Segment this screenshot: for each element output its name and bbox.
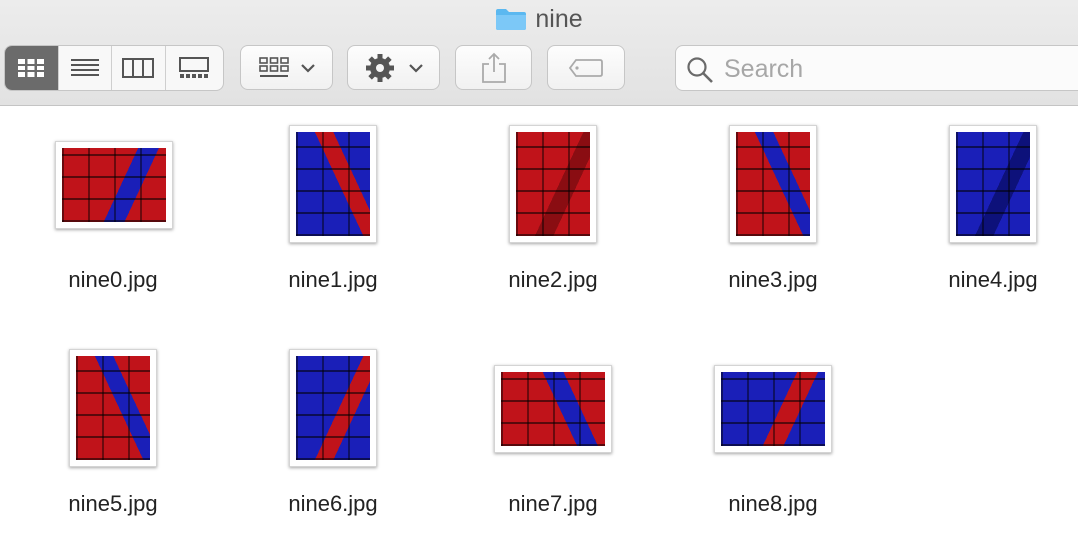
file-item[interactable]: nine3.jpg xyxy=(673,106,873,316)
file-item[interactable]: nine1.jpg xyxy=(233,106,433,316)
file-thumbnail xyxy=(55,141,173,229)
file-name: nine3.jpg xyxy=(728,267,818,292)
file-name: nine4.jpg xyxy=(948,267,1038,292)
file-thumbnail xyxy=(729,125,817,243)
column-view-button[interactable] xyxy=(112,46,166,90)
file-item[interactable]: nine2.jpg xyxy=(453,106,653,316)
file-item[interactable]: nine6.jpg xyxy=(233,330,433,540)
file-thumbnail xyxy=(289,349,377,467)
file-item[interactable]: nine7.jpg xyxy=(453,330,653,540)
group-by-button[interactable] xyxy=(240,45,333,90)
file-name: nine8.jpg xyxy=(728,491,818,516)
search-field[interactable] xyxy=(675,45,1078,91)
file-thumbnail xyxy=(289,125,377,243)
file-name: nine1.jpg xyxy=(288,267,378,292)
file-name: nine2.jpg xyxy=(508,267,598,292)
gallery-view-icon xyxy=(179,57,210,78)
file-name: nine6.jpg xyxy=(288,491,378,516)
search-icon xyxy=(687,57,713,83)
action-button[interactable] xyxy=(347,45,440,90)
tag-icon xyxy=(568,58,603,77)
file-item[interactable]: nine5.jpg xyxy=(13,330,213,540)
window-title-bar: nine xyxy=(0,4,1078,34)
icon-view-icon xyxy=(18,59,45,77)
chevron-down-icon xyxy=(300,63,315,73)
share-icon xyxy=(481,52,506,83)
file-name: nine5.jpg xyxy=(68,491,158,516)
list-view-button[interactable] xyxy=(59,46,113,90)
file-grid: nine0.jpg nine1.jpg nine2.jpg nine3.jpg … xyxy=(0,106,1078,540)
column-view-icon xyxy=(122,58,155,78)
folder-icon xyxy=(496,9,527,30)
chevron-down-icon xyxy=(408,63,423,73)
file-item[interactable]: nine0.jpg xyxy=(13,106,213,316)
file-name: nine0.jpg xyxy=(68,267,158,292)
share-button[interactable] xyxy=(455,45,532,90)
finder-toolbar: nine xyxy=(0,0,1078,106)
group-by-icon xyxy=(258,56,289,77)
file-thumbnail xyxy=(714,365,832,453)
search-input[interactable] xyxy=(722,52,1078,86)
tag-button[interactable] xyxy=(547,45,625,90)
file-item[interactable]: nine4.jpg xyxy=(893,106,1078,316)
file-thumbnail xyxy=(949,125,1037,243)
file-thumbnail xyxy=(509,125,597,243)
list-view-icon xyxy=(70,59,99,76)
file-name: nine7.jpg xyxy=(508,491,598,516)
icon-view-button[interactable] xyxy=(5,46,59,90)
file-thumbnail xyxy=(494,365,612,453)
gear-icon xyxy=(365,53,394,82)
window-title: nine xyxy=(535,4,583,33)
file-item[interactable]: nine8.jpg xyxy=(673,330,873,540)
file-thumbnail xyxy=(69,349,157,467)
view-mode-selector xyxy=(4,45,224,91)
gallery-view-button[interactable] xyxy=(166,46,223,90)
